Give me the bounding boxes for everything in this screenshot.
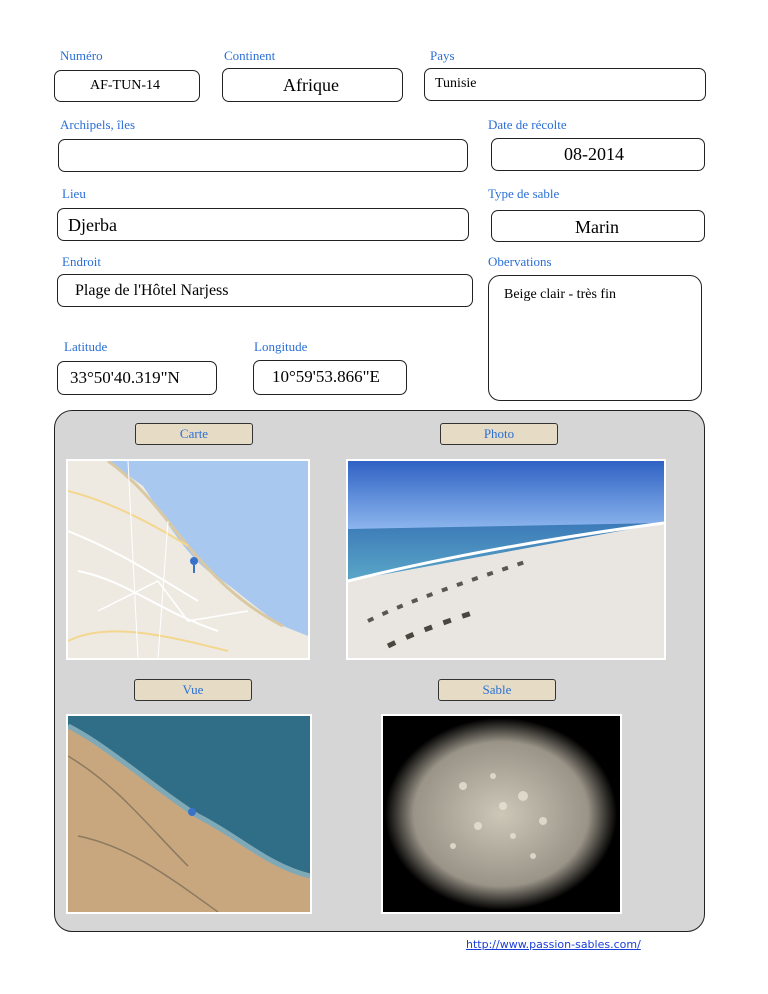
pays-value: Tunisie	[435, 76, 477, 91]
continent-field[interactable]: Afrique	[222, 68, 403, 102]
latitude-value: 33°50'40.319"N	[70, 368, 180, 387]
carte-button[interactable]: Carte	[135, 423, 253, 445]
numero-value: AF-TUN-14	[90, 78, 160, 93]
lieu-field[interactable]: Djerba	[57, 208, 469, 241]
vue-button[interactable]: Vue	[134, 679, 252, 701]
date-value: 08-2014	[564, 144, 624, 164]
label-date: Date de récolte	[488, 117, 567, 132]
label-longitude: Longitude	[254, 339, 308, 354]
beach-photo[interactable]	[346, 459, 666, 660]
label-archipels: Archipels, îles	[60, 117, 136, 132]
label-pays: Pays	[430, 48, 455, 63]
photo-button[interactable]: Photo	[440, 423, 558, 445]
label-observations: Obervations	[488, 254, 552, 269]
date-field[interactable]: 08-2014	[491, 138, 705, 171]
type-value: Marin	[575, 217, 619, 237]
archipels-field[interactable]	[58, 139, 468, 172]
label-endroit: Endroit	[62, 254, 101, 269]
latitude-field[interactable]: 33°50'40.319"N	[57, 361, 217, 395]
sand-graphic	[383, 716, 620, 912]
continent-value: Afrique	[283, 75, 339, 95]
type-field[interactable]: Marin	[491, 210, 705, 242]
label-type: Type de sable	[488, 186, 560, 201]
map-graphic	[68, 461, 308, 658]
label-numero: Numéro	[60, 48, 103, 63]
endroit-field[interactable]: Plage de l'Hôtel Narjess	[57, 274, 473, 307]
longitude-value: 10°59'53.866"E	[272, 367, 380, 386]
beach-graphic	[348, 461, 664, 658]
label-lieu: Lieu	[62, 186, 86, 201]
footer-link[interactable]: http://www.passion-sables.com/	[466, 938, 641, 951]
observations-field[interactable]: Beige clair - très fin	[488, 275, 702, 401]
pays-field[interactable]: Tunisie	[424, 68, 706, 101]
label-latitude: Latitude	[64, 339, 108, 354]
observations-value: Beige clair - très fin	[504, 287, 616, 302]
numero-field[interactable]: AF-TUN-14	[54, 70, 200, 102]
satellite-image[interactable]	[66, 714, 312, 914]
sable-button[interactable]: Sable	[438, 679, 556, 701]
sand-image[interactable]	[381, 714, 622, 914]
map-image[interactable]	[66, 459, 310, 660]
label-continent: Continent	[224, 48, 276, 63]
satellite-graphic	[68, 716, 310, 912]
lieu-value: Djerba	[68, 215, 117, 235]
endroit-value: Plage de l'Hôtel Narjess	[75, 282, 229, 299]
longitude-field[interactable]: 10°59'53.866"E	[253, 360, 407, 395]
